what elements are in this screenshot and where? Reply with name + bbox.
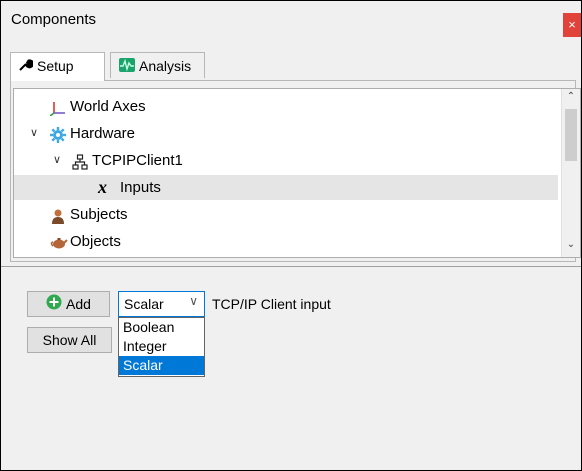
tree-item-label: World Axes <box>70 98 146 115</box>
tree-item-tcpipclient1[interactable]: ∨ TCPIPClient1 <box>14 148 562 173</box>
plus-circle-icon <box>46 293 62 317</box>
tree-item-label: Subjects <box>70 206 128 223</box>
variable-x-icon: x <box>98 177 107 197</box>
wrench-icon <box>19 54 34 80</box>
show-all-button[interactable]: Show All <box>27 327 112 353</box>
scrollbar-thumb[interactable] <box>565 109 577 161</box>
tab-setup-label: Setup <box>37 58 74 74</box>
panel-divider <box>1 266 581 267</box>
tree-item-label: Inputs <box>120 179 161 196</box>
components-tree[interactable]: World Axes ∨ Hardware ∨ TCPIPClient1 x I… <box>13 88 581 258</box>
tree-scrollbar[interactable]: ⌃ ⌄ <box>561 89 580 257</box>
tree-item-world-axes[interactable]: World Axes <box>14 94 562 119</box>
input-type-value: Scalar <box>124 296 164 312</box>
tree-item-inputs[interactable]: x Inputs <box>14 175 558 200</box>
tree-item-label: Objects <box>70 233 121 250</box>
chevron-down-icon[interactable]: ∨ <box>189 294 198 308</box>
input-type-dropdown-list: Boolean Integer Scalar <box>118 317 205 377</box>
add-button[interactable]: Add <box>27 291 110 317</box>
chevron-down-icon[interactable]: ∨ <box>28 121 40 146</box>
tab-analysis[interactable]: Analysis <box>110 52 205 78</box>
option-boolean[interactable]: Boolean <box>119 318 204 337</box>
add-button-label: Add <box>66 296 91 312</box>
chevron-down-icon[interactable]: ∨ <box>51 148 63 173</box>
scroll-down-arrow-icon[interactable]: ⌄ <box>562 239 580 255</box>
scroll-up-arrow-icon[interactable]: ⌃ <box>562 91 580 107</box>
gear-icon <box>50 126 66 143</box>
tab-setup[interactable]: Setup <box>10 52 105 81</box>
axes-icon <box>49 99 66 117</box>
option-integer[interactable]: Integer <box>119 337 204 356</box>
tab-analysis-label: Analysis <box>139 58 192 74</box>
input-type-select[interactable]: Scalar ∨ <box>118 291 205 317</box>
tree-item-label: TCPIPClient1 <box>92 152 183 169</box>
tree-item-label: Hardware <box>70 125 136 142</box>
tree-item-objects[interactable]: Objects <box>14 229 562 254</box>
network-icon <box>72 153 88 170</box>
teapot-icon <box>50 234 68 250</box>
close-button[interactable]: × <box>563 13 581 37</box>
waveform-icon <box>119 54 135 80</box>
window-title: Components <box>11 11 97 28</box>
tree-item-hardware[interactable]: ∨ Hardware <box>14 121 562 146</box>
input-description-label: TCP/IP Client input <box>212 296 331 312</box>
tree-item-subjects[interactable]: Subjects <box>14 202 562 227</box>
option-scalar[interactable]: Scalar <box>119 356 204 375</box>
person-icon <box>50 207 66 224</box>
title-bar: Components × <box>1 1 581 41</box>
